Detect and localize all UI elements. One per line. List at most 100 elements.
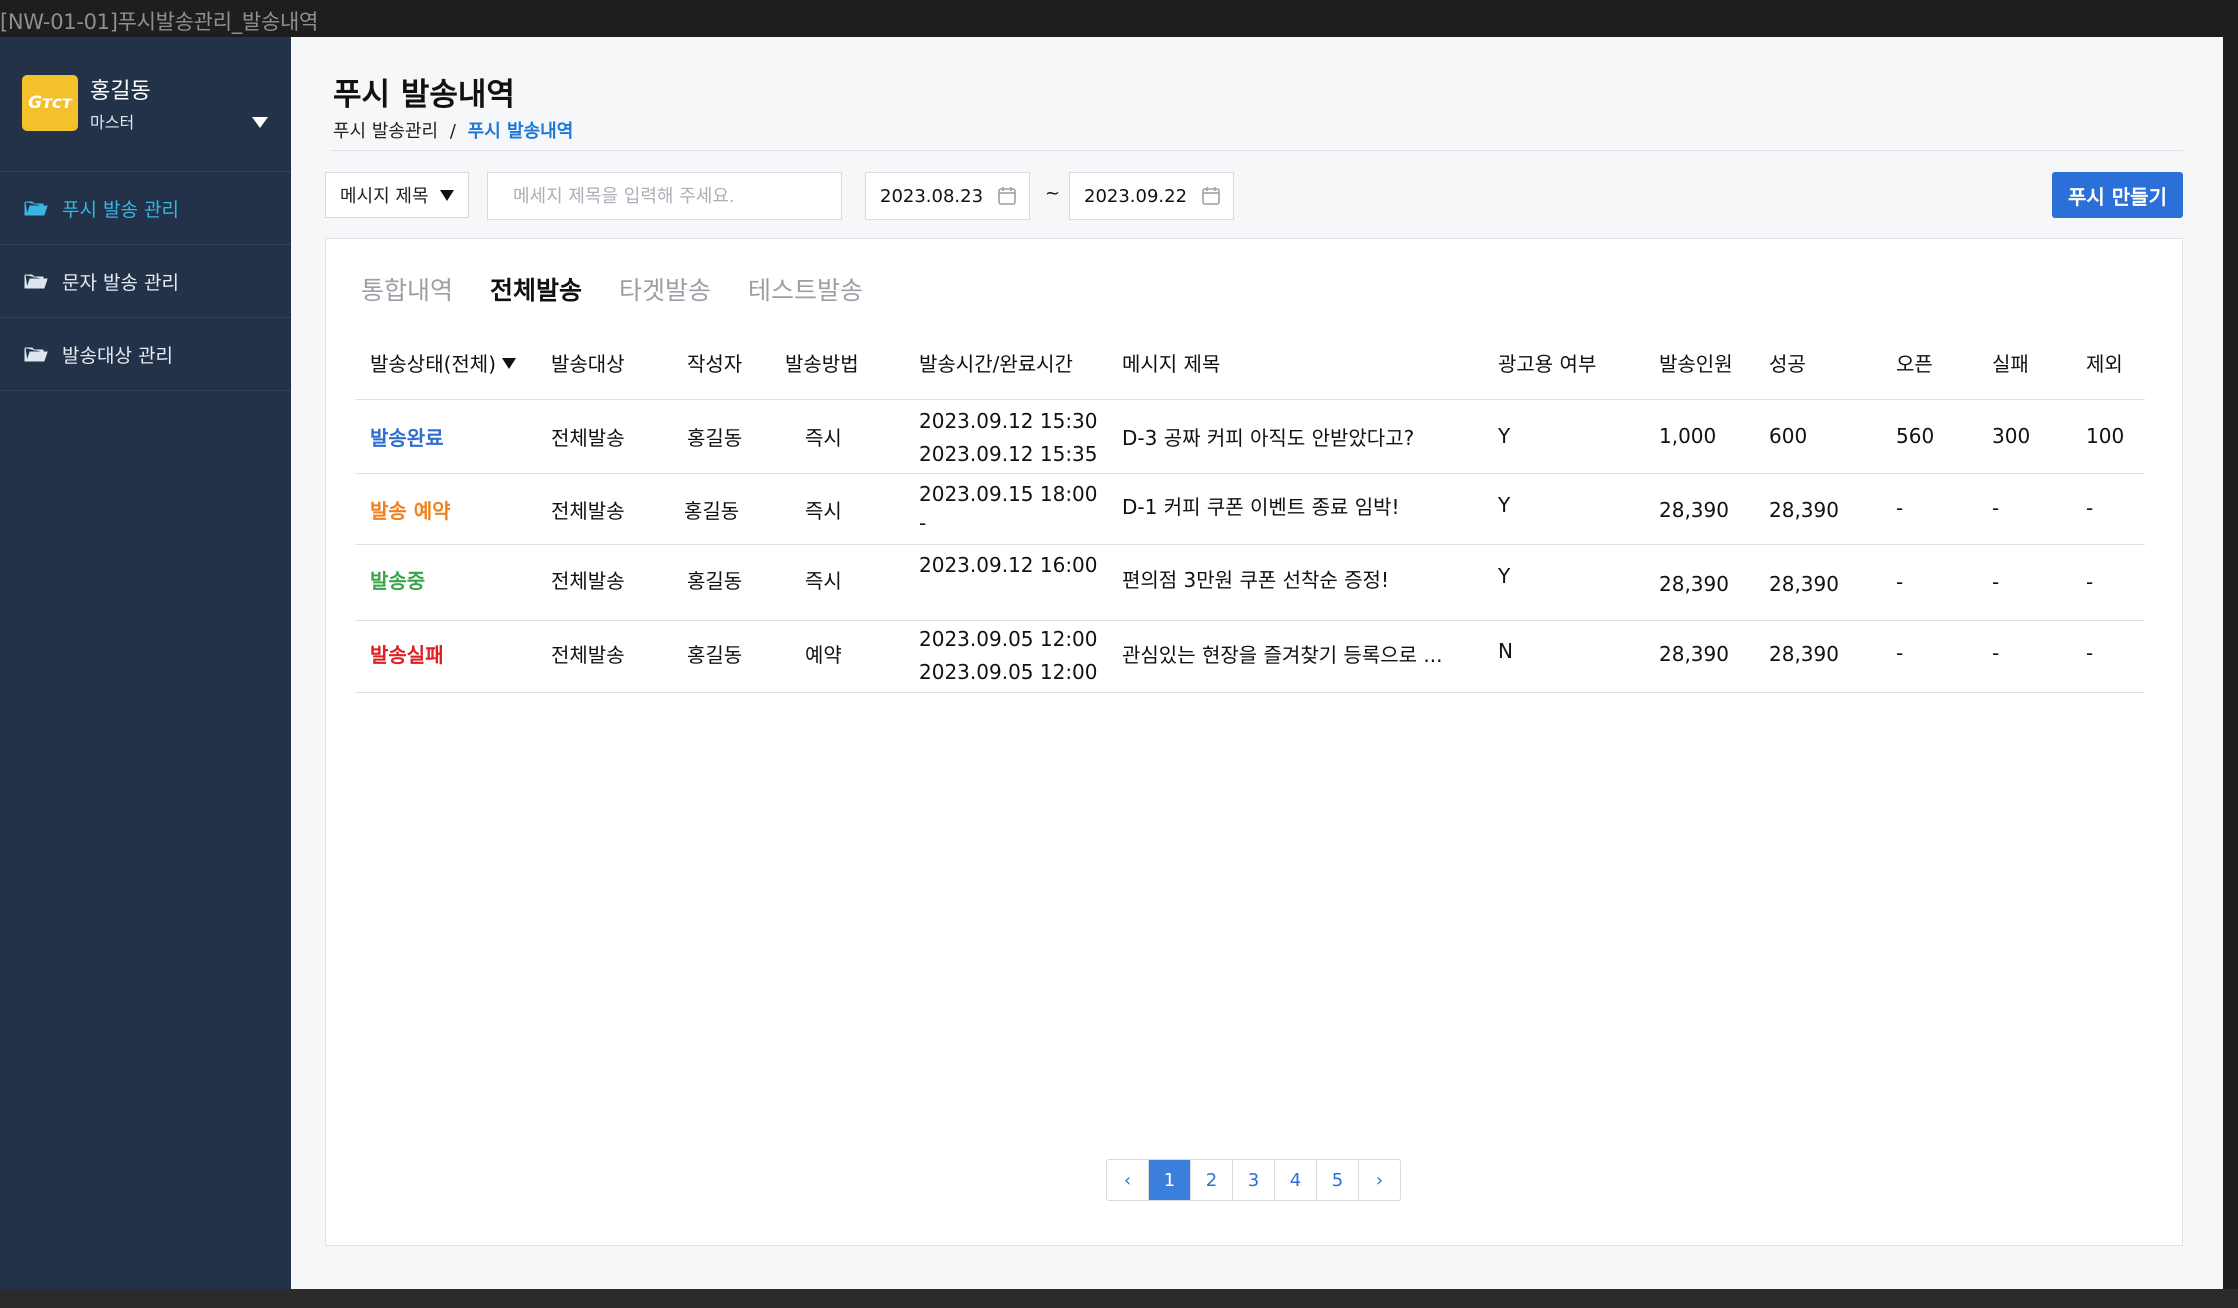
column-header-fail: 실패 xyxy=(1992,352,2029,376)
cell-open: - xyxy=(1896,570,1904,594)
cell-fail: 300 xyxy=(1992,424,2031,448)
cell-success: 600 xyxy=(1769,424,1808,448)
cell-success: 28,390 xyxy=(1769,642,1839,666)
tab-all-send[interactable]: 전체발송 xyxy=(490,271,582,307)
column-header-status[interactable]: 발송상태(전체) xyxy=(370,348,517,377)
column-header-title: 메시지 제목 xyxy=(1122,352,1221,376)
user-role: 마스터 xyxy=(90,113,135,132)
cell-message-title[interactable]: D-3 공짜 커피 아직도 안받았다고? xyxy=(1122,422,1414,451)
cell-target: 전체발송 xyxy=(551,499,625,523)
cell-ad: N xyxy=(1498,639,1513,663)
cell-author: 홍길동 xyxy=(687,426,743,450)
breadcrumb-current: 푸시 발송내역 xyxy=(467,121,574,142)
cell-exclude: - xyxy=(2086,496,2094,520)
sidebar-item-label: 발송대상 관리 xyxy=(62,344,173,367)
cell-exclude: - xyxy=(2086,570,2094,594)
end-date-field[interactable]: 2023.09.22 xyxy=(1069,172,1234,220)
sidebar: Gᴛᴄᴛ 홍길동 마스터 푸시 발송 관리 문자 발송 관리 발송대상 관리 xyxy=(0,37,291,1289)
frame-title: [NW-01-01]푸시발송관리_발송내역 xyxy=(0,10,319,34)
calendar-icon[interactable] xyxy=(997,186,1017,206)
cell-count: 28,390 xyxy=(1659,642,1729,666)
column-header-time: 발송시간/완료시간 xyxy=(919,352,1073,376)
cell-send-time: 2023.09.05 12:00 xyxy=(919,627,1098,651)
page-button[interactable]: 1 xyxy=(1149,1160,1191,1200)
cell-fail: - xyxy=(1992,641,2000,665)
main-content: 푸시 발송내역 푸시 발송관리 / 푸시 발송내역 메시지 제목 2023.08… xyxy=(291,37,2223,1289)
row-divider xyxy=(355,692,2145,693)
column-header-target: 발송대상 xyxy=(551,352,625,376)
sidebar-item-label: 문자 발송 관리 xyxy=(62,271,179,294)
profile-dropdown-icon[interactable] xyxy=(252,117,268,128)
cell-exclude: 100 xyxy=(2086,424,2125,448)
status-label[interactable]: 발송중 xyxy=(370,565,425,594)
cell-fail: - xyxy=(1992,570,2000,594)
row-divider xyxy=(355,544,2145,545)
folder-open-icon xyxy=(24,274,48,289)
column-header-success: 성공 xyxy=(1769,352,1806,376)
cell-open: 560 xyxy=(1896,424,1935,448)
next-page-button[interactable]: › xyxy=(1359,1160,1400,1200)
sidebar-item-sms[interactable]: 문자 발송 관리 xyxy=(0,245,291,318)
tab-integrated[interactable]: 통합내역 xyxy=(361,271,453,307)
breadcrumb-parent[interactable]: 푸시 발송관리 xyxy=(333,121,438,142)
cell-complete-time: 2023.09.05 12:00 xyxy=(919,660,1098,684)
caret-down-icon xyxy=(502,358,517,369)
column-header-author: 작성자 xyxy=(687,352,743,376)
user-name: 홍길동 xyxy=(90,79,151,104)
status-label[interactable]: 발송 예약 xyxy=(370,495,451,524)
page-button[interactable]: 4 xyxy=(1275,1160,1317,1200)
cell-send-time: 2023.09.15 18:00 xyxy=(919,482,1098,506)
sidebar-item-label: 푸시 발송 관리 xyxy=(62,198,179,221)
status-label[interactable]: 발송완료 xyxy=(370,422,444,451)
sidebar-item-targets[interactable]: 발송대상 관리 xyxy=(0,318,291,391)
start-date-value: 2023.08.23 xyxy=(880,185,984,207)
cell-message-title[interactable]: D-1 커피 쿠폰 이벤트 종료 임박! xyxy=(1122,491,1400,520)
date-range-separator: ~ xyxy=(1045,183,1061,204)
folder-open-icon xyxy=(24,201,48,216)
brand-logo: Gᴛᴄᴛ xyxy=(22,75,78,131)
status-label[interactable]: 발송실패 xyxy=(370,639,444,668)
start-date-field[interactable]: 2023.08.23 xyxy=(865,172,1030,220)
prev-page-button[interactable]: ‹ xyxy=(1107,1160,1149,1200)
search-field-select[interactable]: 메시지 제목 xyxy=(325,172,469,218)
cell-ad: Y xyxy=(1498,564,1511,588)
profile-area: Gᴛᴄᴛ 홍길동 마스터 xyxy=(0,37,291,172)
page-button[interactable]: 2 xyxy=(1191,1160,1233,1200)
column-header-label: 발송상태(전체) xyxy=(370,352,497,376)
cell-open: - xyxy=(1896,496,1904,520)
search-input[interactable] xyxy=(487,172,842,220)
cell-target: 전체발송 xyxy=(551,643,625,667)
tab-test-send[interactable]: 테스트발송 xyxy=(748,271,863,307)
tab-target-send[interactable]: 타겟발송 xyxy=(619,271,711,307)
cell-send-time: 2023.09.12 16:00 xyxy=(919,553,1098,577)
caret-down-icon xyxy=(440,190,454,201)
cell-fail: - xyxy=(1992,496,2000,520)
cell-target: 전체발송 xyxy=(551,569,625,593)
divider xyxy=(331,150,2183,151)
page-button[interactable]: 5 xyxy=(1317,1160,1359,1200)
cell-author: 홍길동 xyxy=(684,499,740,523)
row-divider xyxy=(355,399,2145,400)
sidebar-item-push[interactable]: 푸시 발송 관리 xyxy=(0,172,291,245)
column-header-count: 발송인원 xyxy=(1659,352,1733,376)
calendar-icon[interactable] xyxy=(1201,186,1221,206)
create-push-button[interactable]: 푸시 만들기 xyxy=(2052,172,2183,218)
cell-complete-time: - xyxy=(919,511,927,535)
cell-exclude: - xyxy=(2086,641,2094,665)
cell-message-title[interactable]: 편의점 3만원 쿠폰 선착순 증정! xyxy=(1122,564,1389,593)
cell-message-title[interactable]: 관심있는 현장을 즐겨찾기 등록으로 ... xyxy=(1122,639,1443,668)
bottom-bar xyxy=(0,1289,2238,1308)
cell-author: 홍길동 xyxy=(687,569,743,593)
cell-target: 전체발송 xyxy=(551,426,625,450)
cell-count: 1,000 xyxy=(1659,424,1717,448)
page-button[interactable]: 3 xyxy=(1233,1160,1275,1200)
cell-success: 28,390 xyxy=(1769,498,1839,522)
pagination: ‹ 1 2 3 4 5 › xyxy=(1106,1159,1401,1201)
cell-count: 28,390 xyxy=(1659,498,1729,522)
cell-success: 28,390 xyxy=(1769,572,1839,596)
cell-method: 예약 xyxy=(805,643,842,667)
cell-author: 홍길동 xyxy=(687,643,743,667)
column-header-exclude: 제외 xyxy=(2086,352,2123,376)
column-header-open: 오픈 xyxy=(1896,352,1933,376)
cell-ad: Y xyxy=(1498,493,1511,517)
